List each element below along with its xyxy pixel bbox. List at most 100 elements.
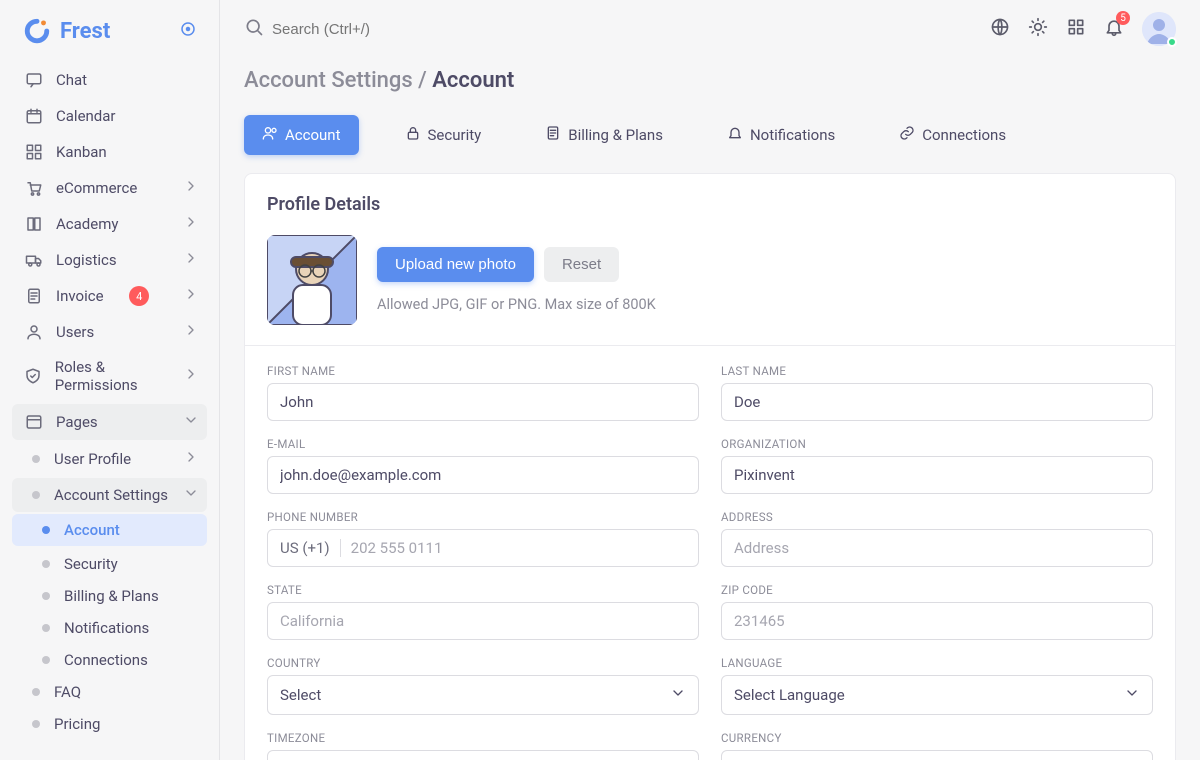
sidebar-item-users[interactable]: Users <box>0 314 219 350</box>
sidebar-sub-account-settings[interactable]: Account Settings <box>12 478 207 512</box>
sidebar-sub-faq[interactable]: FAQ <box>0 676 219 708</box>
breadcrumb: Account Settings / Account <box>244 68 1176 93</box>
currency-select[interactable]: Select Currency <box>721 750 1153 760</box>
badge: 4 <box>129 286 149 306</box>
chevron-down-icon <box>670 685 686 705</box>
label: eCommerce <box>56 179 137 197</box>
notifications-icon[interactable]: 5 <box>1104 17 1124 41</box>
state-input[interactable] <box>280 612 686 630</box>
last-name-input[interactable] <box>734 393 1140 411</box>
bell-icon <box>727 125 743 145</box>
sidebar: Frest Chat Calendar Kanban eCommerce Aca… <box>0 0 220 760</box>
breadcrumb-parent: Account Settings <box>244 68 413 93</box>
tab-billing[interactable]: Billing & Plans <box>527 115 681 155</box>
user-icon <box>24 322 44 342</box>
breadcrumb-sep: / <box>413 68 433 93</box>
chevron-right-icon <box>183 322 199 342</box>
label: Currency <box>721 731 1153 745</box>
label: Users <box>56 323 94 341</box>
label: Pricing <box>54 715 100 733</box>
topbar-actions: 5 <box>990 12 1176 46</box>
sidebar-sub2-billing[interactable]: Billing & Plans <box>0 580 219 612</box>
label: Last Name <box>721 364 1153 378</box>
chevron-right-icon <box>183 286 199 306</box>
sidebar-item-academy[interactable]: Academy <box>0 206 219 242</box>
sidebar-item-logistics[interactable]: Logistics <box>0 242 219 278</box>
theme-toggle-icon[interactable] <box>1028 17 1048 41</box>
globe-icon[interactable] <box>990 17 1010 41</box>
reset-photo-button[interactable]: Reset <box>544 247 619 282</box>
language-select[interactable]: Select Language <box>721 675 1153 715</box>
lock-icon <box>405 125 421 145</box>
sidebar-sub-user-profile[interactable]: User Profile <box>0 442 219 476</box>
notification-badge: 5 <box>1116 11 1130 25</box>
tab-label: Security <box>428 126 482 144</box>
field-phone: Phone Number US (+1) <box>267 510 699 567</box>
chat-icon <box>24 70 44 90</box>
chevron-right-icon <box>183 366 199 386</box>
label: Organization <box>721 437 1153 451</box>
sidebar-item-ecommerce[interactable]: eCommerce <box>0 170 219 206</box>
tab-account[interactable]: Account <box>244 115 359 155</box>
label: User Profile <box>54 450 131 468</box>
field-first-name: First Name <box>267 364 699 421</box>
field-currency: Currency Select Currency <box>721 731 1153 760</box>
phone-input[interactable] <box>351 539 686 557</box>
bullet-icon <box>42 592 50 600</box>
label: Roles & Permissions <box>55 358 183 394</box>
sidebar-sub-pricing[interactable]: Pricing <box>0 708 219 740</box>
radio-marked-icon[interactable] <box>179 20 197 42</box>
timezone-select[interactable]: Select Timezone <box>267 750 699 760</box>
label: E-mail <box>267 437 699 451</box>
sidebar-item-roles[interactable]: Roles & Permissions <box>0 350 219 402</box>
select-value: Select Language <box>734 686 845 704</box>
brand[interactable]: Frest <box>0 0 219 62</box>
field-timezone: Timezone Select Timezone <box>267 731 699 760</box>
address-input[interactable] <box>734 539 1140 557</box>
chevron-right-icon <box>183 449 199 469</box>
chevron-down-icon <box>183 412 199 432</box>
tab-security[interactable]: Security <box>387 115 500 155</box>
tab-label: Billing & Plans <box>568 126 663 144</box>
first-name-input[interactable] <box>280 393 686 411</box>
bullet-icon <box>32 688 40 696</box>
upload-photo-button[interactable]: Upload new photo <box>377 247 534 282</box>
search[interactable] <box>244 17 976 41</box>
tab-label: Account <box>285 126 341 144</box>
photo-controls: Upload new photo Reset Allowed JPG, GIF … <box>377 247 656 313</box>
chevron-right-icon <box>183 214 199 234</box>
shield-check-icon <box>24 366 43 386</box>
truck-icon <box>24 250 44 270</box>
chevron-right-icon <box>183 178 199 198</box>
country-select[interactable]: Select <box>267 675 699 715</box>
label: Zip Code <box>721 583 1153 597</box>
sidebar-item-invoice[interactable]: Invoice 4 <box>0 278 219 314</box>
sidebar-item-calendar[interactable]: Calendar <box>0 98 219 134</box>
user-avatar[interactable] <box>1142 12 1176 46</box>
label: Logistics <box>56 251 117 269</box>
sidebar-nav: Chat Calendar Kanban eCommerce Academy L… <box>0 62 219 760</box>
sidebar-sub2-security[interactable]: Security <box>0 548 219 580</box>
search-icon <box>244 17 264 41</box>
label: Account Settings <box>54 486 168 504</box>
users-icon <box>262 125 278 145</box>
sidebar-item-chat[interactable]: Chat <box>0 62 219 98</box>
file-text-icon <box>545 125 561 145</box>
zip-input[interactable] <box>734 612 1140 630</box>
tab-notifications[interactable]: Notifications <box>709 115 853 155</box>
sidebar-item-kanban[interactable]: Kanban <box>0 134 219 170</box>
profile-card: Profile Details <box>244 173 1176 760</box>
bullet-icon <box>32 491 40 499</box>
book-icon <box>24 214 44 234</box>
search-input[interactable] <box>272 21 472 38</box>
organization-input[interactable] <box>734 466 1140 484</box>
sidebar-sub2-account[interactable]: Account <box>12 514 207 546</box>
sidebar-item-pages[interactable]: Pages <box>12 404 207 440</box>
label: Pages <box>56 413 98 431</box>
email-input[interactable] <box>280 466 686 484</box>
profile-photo <box>267 235 357 325</box>
tab-connections[interactable]: Connections <box>881 115 1024 155</box>
apps-grid-icon[interactable] <box>1066 17 1086 41</box>
sidebar-sub2-notifications[interactable]: Notifications <box>0 612 219 644</box>
sidebar-sub2-connections[interactable]: Connections <box>0 644 219 676</box>
